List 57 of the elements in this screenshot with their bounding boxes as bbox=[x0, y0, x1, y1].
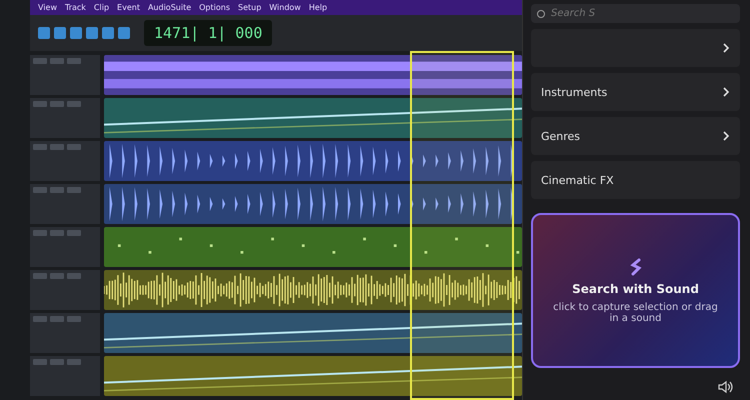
category-label: Instruments bbox=[541, 86, 608, 98]
chevron-right-icon bbox=[722, 42, 730, 54]
menu-item[interactable]: Event bbox=[117, 3, 140, 12]
tool-icon[interactable] bbox=[54, 27, 66, 39]
chevron-right-icon bbox=[722, 130, 730, 142]
track-control-icon[interactable] bbox=[50, 230, 64, 236]
tool-icon[interactable] bbox=[70, 27, 82, 39]
track-control-icon[interactable] bbox=[50, 58, 64, 64]
menu-item[interactable]: AudioSuite bbox=[148, 3, 192, 12]
time-counter: 1471| 1| 000 bbox=[144, 20, 272, 46]
track-control-icon[interactable] bbox=[67, 187, 81, 193]
menu-item[interactable]: View bbox=[38, 3, 57, 12]
track-control-icon[interactable] bbox=[67, 101, 81, 107]
track-control-icon[interactable] bbox=[67, 316, 81, 322]
category-item[interactable]: Cinematic FX bbox=[531, 161, 740, 199]
tool-icon[interactable] bbox=[38, 27, 50, 39]
category-label: Genres bbox=[541, 130, 580, 142]
track-control-icon[interactable] bbox=[67, 144, 81, 150]
menu-item[interactable]: Help bbox=[308, 3, 328, 12]
track-control-icon[interactable] bbox=[50, 273, 64, 279]
track-control-icon[interactable] bbox=[50, 144, 64, 150]
search-field[interactable]: Search S bbox=[531, 4, 740, 23]
menu-item[interactable]: Options bbox=[199, 3, 230, 12]
sound-drop-zone[interactable]: Search with Sound click to capture selection or drag in a sound bbox=[531, 213, 740, 368]
menu-item[interactable]: Clip bbox=[94, 3, 110, 12]
category-item[interactable]: Instruments bbox=[531, 73, 740, 111]
track-control-icon[interactable] bbox=[67, 273, 81, 279]
tool-icon[interactable] bbox=[118, 27, 130, 39]
track-control-icon[interactable] bbox=[50, 316, 64, 322]
category-label: Cinematic FX bbox=[541, 174, 614, 186]
track-control-icon[interactable] bbox=[33, 230, 47, 236]
track-control-icon[interactable] bbox=[33, 187, 47, 193]
track-control-icon[interactable] bbox=[50, 101, 64, 107]
card-title: Search with Sound bbox=[572, 282, 699, 296]
tool-icon[interactable] bbox=[86, 27, 98, 39]
category-item[interactable]: Genres bbox=[531, 117, 740, 155]
track-control-icon[interactable] bbox=[33, 273, 47, 279]
track-control-icon[interactable] bbox=[50, 359, 64, 365]
tool-icon[interactable] bbox=[102, 27, 114, 39]
track-control-icon[interactable] bbox=[33, 359, 47, 365]
menu-item[interactable]: Window bbox=[269, 3, 301, 12]
card-hint: click to capture selection or drag in a sound bbox=[552, 302, 719, 324]
track-control-icon[interactable] bbox=[33, 316, 47, 322]
speaker-icon[interactable] bbox=[718, 380, 734, 394]
track-control-icon[interactable] bbox=[67, 58, 81, 64]
menu-item[interactable]: Track bbox=[64, 3, 86, 12]
menu-item[interactable]: Setup bbox=[238, 3, 262, 12]
track-control-icon[interactable] bbox=[33, 101, 47, 107]
track-control-icon[interactable] bbox=[50, 187, 64, 193]
track-control-icon[interactable] bbox=[33, 58, 47, 64]
category-item[interactable] bbox=[531, 29, 740, 67]
logo-icon bbox=[630, 258, 642, 276]
search-icon bbox=[537, 10, 545, 18]
chevron-right-icon bbox=[722, 86, 730, 98]
track-control-icon[interactable] bbox=[33, 144, 47, 150]
track-control-icon[interactable] bbox=[67, 359, 81, 365]
track-control-icon[interactable] bbox=[67, 230, 81, 236]
